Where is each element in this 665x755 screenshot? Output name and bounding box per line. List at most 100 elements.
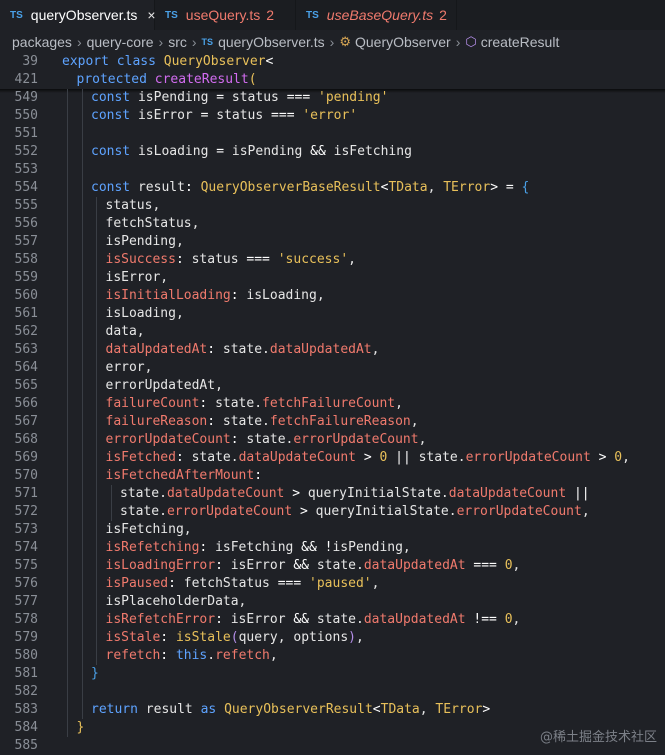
indent-guide [81, 593, 83, 611]
indent-guide [67, 431, 68, 449]
indent-guide [81, 395, 83, 413]
indent-guide [96, 539, 97, 557]
code-line: 561 isLoading, [0, 305, 665, 323]
line-number: 559 [14, 270, 38, 285]
code-text: isInitialLoading: isLoading, [105, 288, 325, 303]
indent-guide [96, 557, 97, 575]
breadcrumb-item[interactable]: query-core [87, 34, 154, 50]
line-number: 573 [14, 522, 38, 537]
line-number: 581 [14, 666, 38, 681]
code-line: 572 state.errorUpdateCount > queryInitial… [0, 503, 665, 521]
indent-guide [67, 125, 68, 143]
indent-guide [67, 251, 68, 269]
indent-guide [67, 485, 68, 503]
indent-guide [96, 287, 97, 305]
line-number: 552 [14, 144, 38, 159]
indent-guide [67, 575, 68, 593]
indent-guide [81, 215, 83, 233]
indent-guide [81, 539, 83, 557]
line-number: 563 [14, 342, 38, 357]
line-number: 554 [14, 180, 38, 195]
code-line: 579 isStale: isStale(query, options), [0, 629, 665, 647]
code-line: 569 isFetched: state.dataUpdateCount > 0 … [0, 449, 665, 467]
code-line: 581} [0, 665, 665, 683]
indent-guide [67, 557, 68, 575]
breadcrumb-class[interactable]: QueryObserver [355, 34, 451, 50]
breadcrumb-item[interactable]: packages [12, 34, 72, 50]
breadcrumb: packages › query-core › src › TS queryObserver.… [0, 30, 665, 53]
breadcrumb-item[interactable]: src [168, 34, 187, 50]
indent-guide [67, 683, 68, 701]
breadcrumb-file[interactable]: queryObserver.ts [218, 34, 325, 50]
indent-guide [81, 323, 83, 341]
code-line: 562 data, [0, 323, 665, 341]
indent-guide [96, 611, 97, 629]
code-line: 571 state.dataUpdateCount > queryInitialS… [0, 485, 665, 503]
indent-guide [96, 521, 97, 539]
tab-usebasequery-ts[interactable]: TS useBaseQuery.ts 2 [296, 0, 457, 30]
code-text: isPending, [105, 234, 184, 249]
indent-guide [96, 629, 97, 647]
code-line: 568 errorUpdateCount: state.errorUpdateCo… [0, 431, 665, 449]
code-line: 554 const result: QueryObserverBaseResult… [0, 179, 665, 197]
code-line: 580 refetch: this.refetch, [0, 647, 665, 665]
code-text: isPaused: fetchStatus === 'paused', [105, 576, 380, 591]
indent-guide [81, 287, 83, 305]
indent-guide [81, 701, 83, 719]
code-text: isFetching, [105, 522, 192, 537]
indent-guide [67, 341, 68, 359]
indent-guide [96, 251, 97, 269]
code-line: 563 dataUpdatedAt: state.dataUpdatedAt, [0, 341, 665, 359]
indent-guide [81, 359, 83, 377]
line-number: 585 [14, 738, 38, 753]
code-line: 553 [0, 161, 665, 179]
code-text: } [91, 666, 99, 681]
indent-guide [110, 503, 112, 521]
indent-guide [96, 593, 97, 611]
tab-queryobserver-ts[interactable]: TS queryObserver.ts × [0, 0, 156, 30]
line-number: 567 [14, 414, 38, 429]
indent-guide [96, 485, 97, 503]
indent-guide [67, 665, 68, 683]
code-editor[interactable]: 39 export class QueryObserver< 421 protecte… [0, 53, 665, 753]
indent-guide [81, 449, 83, 467]
indent-guide [67, 503, 68, 521]
indent-guide [81, 251, 83, 269]
code-text: status, [105, 198, 161, 213]
method-symbol-icon: ⬡ [465, 33, 477, 49]
code-text: const result: QueryObserverBaseResult<TD… [91, 180, 530, 195]
chevron-right-icon: › [158, 33, 164, 50]
indent-guide [81, 377, 83, 395]
indent-guide [81, 557, 83, 575]
code-text: error, [105, 360, 153, 375]
code-text: } [76, 720, 85, 735]
code-line: 570 isFetchedAfterMount: [0, 467, 665, 485]
code-text: const isPending = status === 'pending' [91, 90, 389, 105]
line-number: 579 [14, 630, 38, 645]
indent-guide [96, 305, 97, 323]
indent-guide [81, 305, 83, 323]
indent-guide [81, 629, 83, 647]
tab-usequery-ts[interactable]: TS useQuery.ts 2 [155, 0, 296, 30]
chevron-right-icon: › [329, 33, 335, 50]
code-text: data, [105, 324, 145, 339]
line-number: 561 [14, 306, 38, 321]
code-line: 577 isPlaceholderData, [0, 593, 665, 611]
indent-guide [81, 341, 83, 359]
indent-guide [67, 629, 68, 647]
line-number: 583 [14, 702, 38, 717]
indent-guide [67, 269, 68, 287]
line-number: 39 [22, 54, 38, 69]
code-line: 560 isInitialLoading: isLoading, [0, 287, 665, 305]
indent-guide [67, 305, 68, 323]
breadcrumb-method[interactable]: createResult [481, 34, 560, 50]
indent-guide [96, 647, 97, 665]
code-text: isSuccess: status === 'success', [105, 252, 357, 267]
tab-label: queryObserver.ts [30, 7, 138, 23]
tab-bar: TS queryObserver.ts × TS useQuery.ts 2 TS useBa… [0, 0, 665, 30]
indent-guide [67, 323, 68, 341]
chevron-right-icon: › [76, 33, 82, 50]
class-symbol-icon: ⚙ [339, 33, 351, 49]
code-line: 565 errorUpdatedAt, [0, 377, 665, 395]
indent-guide [67, 719, 68, 737]
